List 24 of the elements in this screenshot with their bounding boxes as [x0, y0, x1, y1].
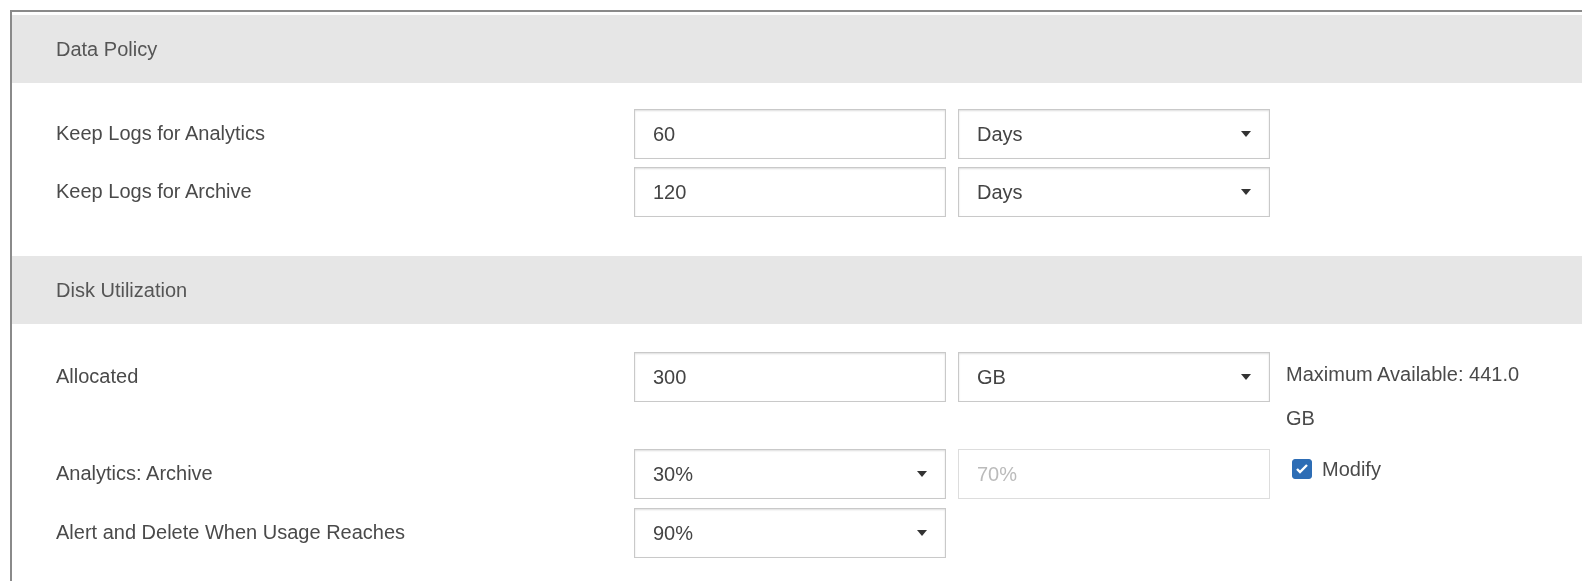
check-icon	[1295, 462, 1309, 476]
checkbox[interactable]	[1292, 459, 1312, 479]
caret-icon	[917, 471, 927, 477]
field-label: Analytics: Archive	[55, 461, 214, 486]
field-label: Allocated	[55, 364, 140, 389]
caret-icon	[1241, 131, 1251, 137]
caret-icon	[1241, 189, 1251, 195]
caret-icon	[1241, 374, 1251, 380]
section-title: Disk Utilization	[56, 278, 188, 302]
field-label: Alert and Delete When Usage Reaches	[55, 520, 407, 545]
field-label: Keep Logs for Archive	[55, 179, 253, 204]
dropdown[interactable]: Days	[958, 167, 1270, 217]
dropdown[interactable]: GB	[958, 352, 1270, 402]
note-text: Maximum Available: 441.0 GB	[1286, 362, 1521, 431]
section-title: Data Policy	[56, 37, 158, 61]
dropdown[interactable]: 90%	[634, 508, 946, 558]
input-field[interactable]: 60	[634, 109, 946, 159]
input-field[interactable]: 120	[634, 167, 946, 217]
dropdown[interactable]: 30%	[634, 449, 946, 499]
field-label: Keep Logs for Analytics	[55, 121, 266, 146]
caret-icon	[917, 530, 927, 536]
input-field[interactable]: 300	[634, 352, 946, 402]
checkbox-label: Modify	[1322, 457, 1381, 481]
dropdown[interactable]: Days	[958, 109, 1270, 159]
